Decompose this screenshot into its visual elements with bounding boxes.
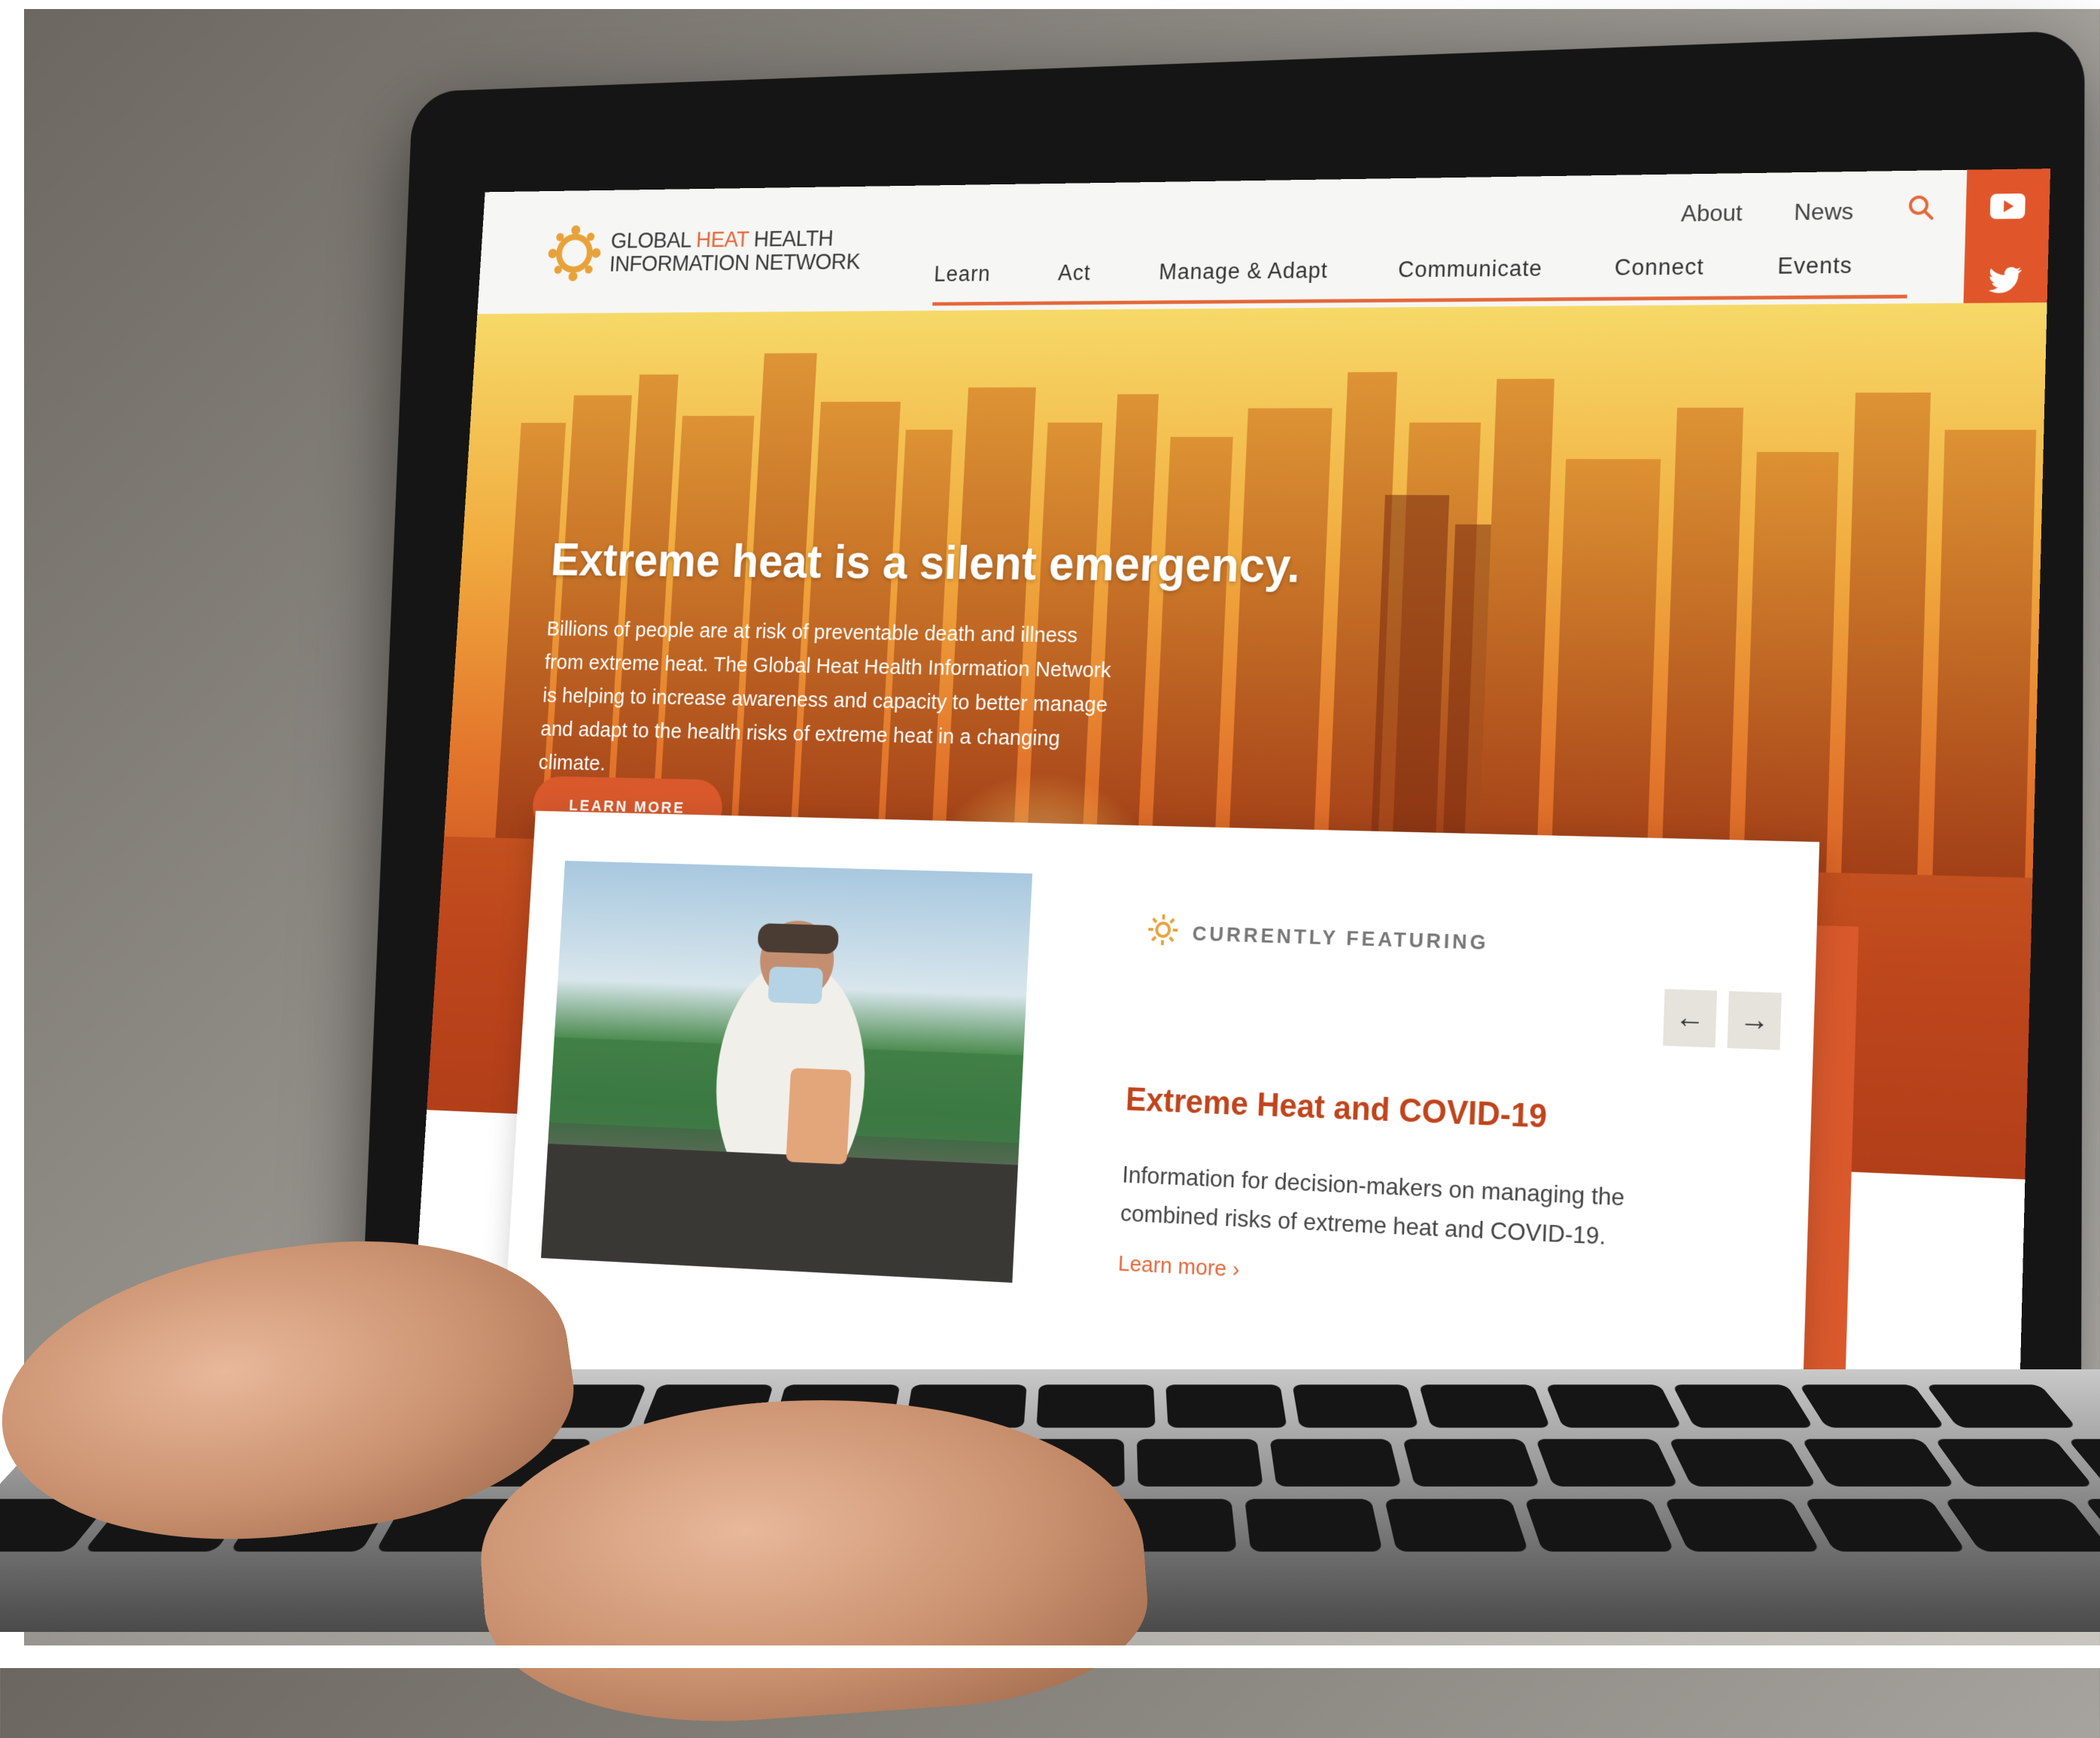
logo-line2: INFORMATION NETWORK <box>609 250 861 275</box>
laptop-screen: GLOBAL HEAT HEALTH INFORMATION NETWORK A… <box>409 169 2051 1501</box>
nav-communicate[interactable]: Communicate <box>1398 256 1543 283</box>
photo-border-top <box>0 0 2100 9</box>
nav-manage-adapt[interactable]: Manage & Adapt <box>1159 258 1329 285</box>
key <box>1673 1384 1814 1427</box>
key <box>1545 1384 1682 1427</box>
key <box>1925 1384 2077 1427</box>
key <box>1293 1384 1419 1427</box>
nav-act[interactable]: Act <box>1057 260 1091 286</box>
feature-learn-more-link[interactable]: Learn more › <box>1117 1251 1240 1283</box>
key <box>1804 1499 1967 1551</box>
social-bar <box>1963 169 2050 318</box>
key <box>1269 1439 1401 1487</box>
nav-news[interactable]: News <box>1794 198 1854 226</box>
chevron-right-icon: › <box>1232 1257 1240 1282</box>
arrow-right-icon[interactable]: → <box>1727 991 1781 1050</box>
logo-health: HEALTH <box>748 226 834 251</box>
key <box>1165 1384 1287 1427</box>
feature-photo <box>541 861 1032 1283</box>
logo-text: GLOBAL HEAT HEALTH INFORMATION NETWORK <box>609 226 862 275</box>
key <box>1384 1499 1528 1551</box>
key <box>1664 1499 1821 1551</box>
site-header: GLOBAL HEAT HEALTH INFORMATION NETWORK A… <box>477 169 2050 314</box>
key <box>1137 1439 1263 1487</box>
key <box>1943 1499 2100 1551</box>
main-nav: Learn Act Manage & Adapt Communicate Con… <box>934 252 1853 287</box>
logo-heat: HEAT <box>695 227 749 253</box>
key <box>1799 1384 1945 1427</box>
key <box>1801 1439 1955 1487</box>
site-logo[interactable]: GLOBAL HEAT HEALTH INFORMATION NETWORK <box>546 221 862 282</box>
key <box>1524 1499 1675 1551</box>
nav-events[interactable]: Events <box>1777 252 1853 279</box>
utility-nav: About News <box>1681 193 1937 231</box>
key <box>1037 1384 1156 1427</box>
photo-border-bottom <box>0 1645 2100 1668</box>
nav-learn[interactable]: Learn <box>934 261 992 287</box>
key <box>1934 1439 2094 1487</box>
hero-description: Billions of people are at risk of preven… <box>538 612 1121 792</box>
key <box>1403 1439 1540 1487</box>
sun-icon <box>1147 913 1179 952</box>
key <box>1536 1439 1679 1487</box>
carousel-nav: ← → <box>1663 989 1782 1050</box>
hero-title: Extreme heat is a silent emergency. <box>549 533 1301 593</box>
nav-connect[interactable]: Connect <box>1614 254 1704 281</box>
key <box>1668 1439 1816 1487</box>
arrow-left-icon[interactable]: ← <box>1663 989 1717 1047</box>
featuring-text: CURRENTLY FEATURING <box>1192 922 1489 955</box>
featuring-label: CURRENTLY FEATURING <box>1147 913 1490 962</box>
feature-title[interactable]: Extreme Heat and COVID-19 <box>1125 1081 1548 1136</box>
feature-description: Information for decision-makers on manag… <box>1120 1155 1673 1259</box>
search-icon[interactable] <box>1905 193 1936 229</box>
youtube-icon[interactable] <box>1965 169 2050 244</box>
nav-about[interactable]: About <box>1681 199 1743 227</box>
logo-global: GLOBAL <box>610 227 697 253</box>
key <box>1245 1499 1382 1551</box>
key <box>1419 1384 1551 1427</box>
sun-network-icon <box>546 224 603 282</box>
feature-link-label: Learn more <box>1117 1251 1227 1281</box>
